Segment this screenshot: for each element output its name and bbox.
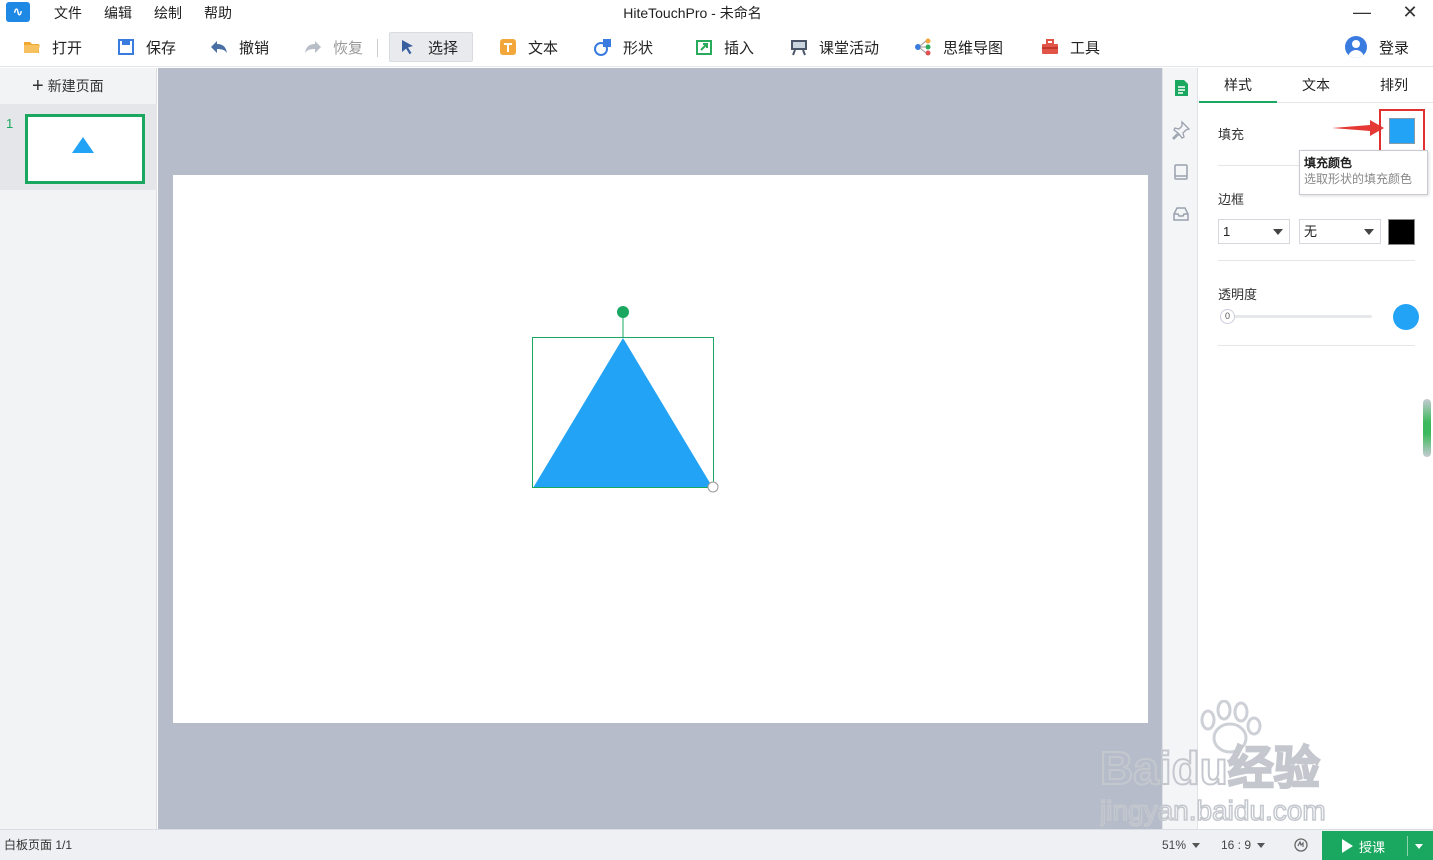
play-icon <box>1342 839 1353 853</box>
rotate-handle[interactable] <box>617 306 629 318</box>
text-button[interactable]: 文本 <box>490 32 566 62</box>
undo-label: 撤销 <box>239 39 270 57</box>
border-color-swatch[interactable] <box>1388 219 1415 245</box>
save-icon <box>116 37 136 57</box>
shape-button[interactable]: 形状 <box>585 32 661 62</box>
teach-button[interactable]: 授课 <box>1322 831 1433 860</box>
minimize-button[interactable]: — <box>1342 0 1382 26</box>
chevron-down-icon <box>1273 229 1283 235</box>
open-button[interactable]: 打开 <box>14 32 90 62</box>
book-icon[interactable] <box>1171 162 1191 182</box>
tooltip-title: 填充颜色 <box>1304 156 1353 170</box>
scroll-grip[interactable] <box>1423 399 1431 457</box>
insert-label: 插入 <box>724 39 755 57</box>
status-bar: 白板页面 1/1 51% 16 : 9 授课 <box>0 829 1433 860</box>
toolbox-icon <box>1040 37 1060 57</box>
login-label: 登录 <box>1378 39 1409 57</box>
text-label: 文本 <box>528 39 559 57</box>
pin-icon[interactable] <box>1171 120 1191 140</box>
folder-icon <box>22 37 42 57</box>
canvas-area <box>158 68 1162 829</box>
opacity-color-preview <box>1393 304 1419 330</box>
page-thumbnail[interactable] <box>25 114 145 184</box>
whiteboard-page[interactable] <box>173 175 1148 723</box>
side-icon-strip <box>1162 68 1198 829</box>
user-avatar-icon <box>1344 36 1367 58</box>
border-width-select[interactable]: 1 <box>1218 219 1290 244</box>
fill-color-swatch[interactable] <box>1389 118 1415 144</box>
tab-text[interactable]: 文本 <box>1277 68 1355 102</box>
page-number: 1 <box>6 116 14 131</box>
canvas-drawing <box>532 306 719 493</box>
redo-label: 恢复 <box>333 39 364 57</box>
chevron-down-icon <box>1364 229 1374 235</box>
opacity-slider-knob[interactable]: 0 <box>1220 309 1235 324</box>
insert-icon <box>694 37 714 57</box>
classroom-icon <box>789 37 809 57</box>
text-icon <box>498 37 518 57</box>
classroom-label: 课堂活动 <box>819 39 880 57</box>
close-button[interactable]: ✕ <box>1390 0 1430 26</box>
chevron-down-icon <box>1192 843 1201 849</box>
divider <box>1218 345 1415 346</box>
cursor-arrow-icon <box>398 37 418 57</box>
chevron-down-icon[interactable] <box>1415 844 1423 849</box>
insert-button[interactable]: 插入 <box>686 32 762 62</box>
undo-icon <box>209 37 229 57</box>
classroom-activity-button[interactable]: 课堂活动 <box>781 32 887 62</box>
ratio-value: 16 : 9 <box>1221 838 1252 852</box>
main-toolbar: 打开 保存 撤销 恢复 选择 文本 形状 插入 课堂活动 思维导图 工具 登录 <box>0 27 1433 67</box>
zoom-select[interactable]: 51% <box>1162 830 1201 860</box>
select-button[interactable]: 选择 <box>389 32 473 62</box>
shape-icon <box>593 37 613 57</box>
border-style-select[interactable]: 无 <box>1299 219 1381 244</box>
tools-button[interactable]: 工具 <box>1032 32 1108 62</box>
teach-label: 授课 <box>1359 839 1386 855</box>
page-info: 白板页面 1/1 <box>4 838 73 852</box>
mindmap-icon <box>913 37 933 57</box>
window-title: HiteTouchPro - 未命名 <box>623 5 762 21</box>
open-label: 打开 <box>52 39 83 57</box>
fill-color-tooltip: 填充颜色 选取形状的填充颜色 <box>1299 150 1428 195</box>
save-button[interactable]: 保存 <box>108 32 184 62</box>
resize-handle[interactable] <box>707 481 719 493</box>
toolbar-divider <box>377 39 378 57</box>
tab-arrange[interactable]: 排列 <box>1355 68 1433 102</box>
pages-panel: + 新建页面 1 <box>0 68 157 829</box>
divider <box>1218 260 1415 261</box>
mindmap-button[interactable]: 思维导图 <box>905 32 1011 62</box>
border-width-value: 1 <box>1223 224 1231 239</box>
zoom-value: 51% <box>1162 838 1187 852</box>
opacity-label: 透明度 <box>1218 287 1258 302</box>
redo-button[interactable]: 恢复 <box>295 32 371 62</box>
select-label: 选择 <box>428 39 459 57</box>
properties-icon[interactable] <box>1171 78 1191 98</box>
thumbnail-triangle <box>72 137 94 153</box>
border-style-value: 无 <box>1304 224 1318 239</box>
redo-icon <box>303 37 323 57</box>
login-button[interactable]: 登录 <box>1344 32 1409 62</box>
tab-style[interactable]: 样式 <box>1199 68 1277 103</box>
new-page-button[interactable]: + 新建页面 <box>32 76 104 96</box>
shape-label: 形状 <box>623 39 654 57</box>
new-page-label: 新建页面 <box>47 78 104 94</box>
border-label: 边框 <box>1218 192 1245 207</box>
triangle-shape[interactable] <box>533 338 713 488</box>
tooltip-description: 选取形状的填充颜色 <box>1304 172 1413 186</box>
title-bar: ∿ 文件 编辑 绘制 帮助 HiteTouchPro - 未命名 — ✕ <box>0 0 1433 26</box>
fill-label: 填充 <box>1218 127 1245 142</box>
ratio-select[interactable]: 16 : 9 <box>1221 830 1266 860</box>
save-label: 保存 <box>146 39 177 57</box>
properties-tabs: 样式 文本 排列 <box>1199 68 1433 103</box>
undo-button[interactable]: 撤销 <box>201 32 277 62</box>
hand-icon[interactable] <box>1293 837 1309 853</box>
plus-icon: + <box>32 75 44 97</box>
tools-label: 工具 <box>1070 39 1101 57</box>
teach-divider <box>1407 836 1408 856</box>
mindmap-label: 思维导图 <box>943 39 1004 57</box>
opacity-slider[interactable] <box>1221 315 1372 318</box>
red-arrow-annotation-icon <box>1332 120 1384 136</box>
inbox-icon[interactable] <box>1171 204 1191 224</box>
chevron-down-icon <box>1257 843 1266 849</box>
